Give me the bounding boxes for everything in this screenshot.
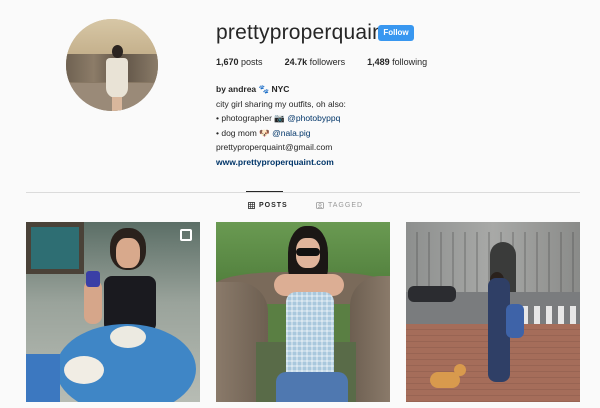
post-3-car [408,286,456,302]
bio-line-3: • dog mom 🐶 @nala.pig [216,126,346,141]
website-link[interactable]: www.prettyproperquaint.com [216,155,346,170]
followers-label: followers [309,57,346,67]
post-2-trunk [350,276,390,402]
avatar-person-dress [106,58,128,98]
following-stat[interactable]: 1,489 following [367,57,427,67]
avatar-person-legs [112,97,122,111]
following-count: 1,489 [367,57,390,67]
posts-count: 1,670 [216,57,239,67]
post-2-denim-jacket [276,372,348,402]
post-2-sunglasses [296,248,320,256]
followers-count: 24.7k [284,57,308,67]
tab-tagged-label: TAGGED [328,202,364,209]
post-thumbnail[interactable] [26,222,200,402]
profile-stats: 1,670 posts 24.7k followers 1,489 follow… [216,57,449,67]
carousel-icon [180,229,192,241]
tag-icon [316,202,324,209]
posts-grid [26,222,580,402]
posts-stat: 1,670 posts [216,57,263,67]
bio-line-2: • photographer 📷 @photobyppq [216,111,346,126]
bio-name-line: by andrea 🐾 NYC [216,84,290,94]
active-tab-indicator [246,191,283,192]
profile-avatar[interactable] [66,19,158,111]
post-1-window [26,222,84,274]
posts-label: posts [241,57,263,67]
avatar-person [106,45,128,111]
post-1-plate [64,356,104,384]
tab-tagged[interactable]: TAGGED [316,202,363,209]
bio-line-1: city girl sharing my outfits, oh also: [216,98,346,109]
following-label: following [392,57,428,67]
post-3-dog-head [454,364,466,376]
bio-line-2-text: • photographer 📷 [216,113,285,123]
grid-icon [248,202,255,209]
profile-bio: by andrea 🐾 NYC city girl sharing my out… [216,82,346,169]
followers-stat[interactable]: 24.7k followers [285,57,346,67]
post-1-cup [86,271,100,287]
photobyppq-link[interactable]: @photobyppq [287,113,340,123]
follow-button[interactable]: Follow [378,25,414,41]
nala-pig-link[interactable]: @nala.pig [272,128,310,138]
post-3-jacket [506,304,524,338]
tab-posts[interactable]: POSTS [248,202,288,209]
post-1-plate [110,326,146,348]
profile-username: prettyproperquaint [216,21,391,44]
post-thumbnail[interactable] [406,222,580,402]
post-thumbnail[interactable] [216,222,390,402]
post-1-face [116,238,140,268]
avatar-person-head [112,45,123,58]
bio-email: prettyproperquaint@gmail.com [216,142,333,152]
tabs-divider [26,192,580,193]
post-1-chair [26,354,60,402]
tab-posts-label: POSTS [259,202,288,209]
bio-line-3-text: • dog mom 🐶 [216,127,270,138]
